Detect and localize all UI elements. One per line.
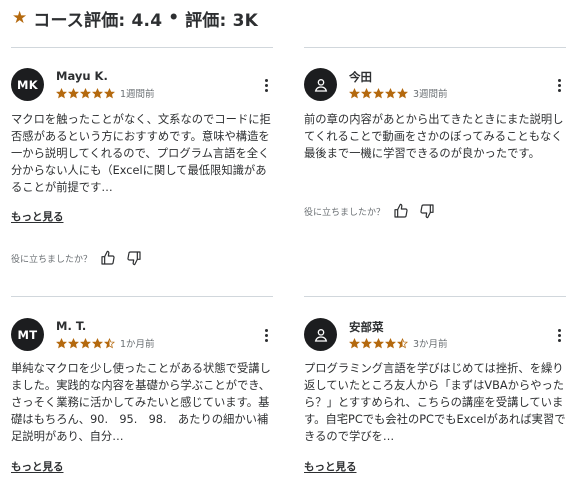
star-icon	[385, 87, 396, 98]
review-text: マクロを触ったことがなく、文系なのでコードに拒否感があるという方におすすめです。…	[11, 113, 271, 194]
review-rating: 3週間前	[349, 86, 448, 100]
star-icon	[349, 87, 360, 98]
rating-stars	[349, 87, 408, 99]
star-icon	[361, 87, 372, 98]
star-icon	[80, 87, 91, 98]
avatar	[304, 318, 337, 351]
more-options-icon[interactable]	[259, 78, 273, 92]
thumbs-down-icon[interactable]	[126, 250, 142, 266]
thumbs-down-icon[interactable]	[419, 203, 435, 219]
review-divider	[304, 296, 566, 297]
user-icon	[314, 328, 327, 342]
helpful-question: 役に立ちましたか？	[11, 254, 93, 265]
review-rating: 1週間前	[56, 86, 155, 100]
thumbs-up-icon[interactable]	[393, 203, 409, 219]
more-options-icon[interactable]	[552, 328, 566, 342]
review-rating: 1か月前	[56, 336, 155, 350]
review-text: プログラミング言語を学びはじめては挫折、を繰り返していたところ友人から「まずはV…	[304, 362, 566, 443]
reviewer-name: 安部菜	[349, 320, 384, 334]
rating-stars	[349, 337, 408, 349]
star-icon	[104, 87, 115, 98]
star-icon	[80, 337, 91, 348]
course-rating-header: ★ コース評価: 4.4 • 評価: 3K	[12, 6, 259, 31]
user-icon	[314, 78, 327, 92]
reviewer-name: Mayu K.	[56, 69, 108, 83]
review-text: 単純なマクロを少し使ったことがある状態で受講しました。実践的な内容を基礎から学ぶ…	[11, 362, 271, 443]
star-icon	[373, 87, 384, 98]
review-time: 1か月前	[120, 339, 155, 350]
review-card: 今田 3週間前 前の章の内容があとから出てきたときにまた説明してくれることで動画…	[304, 47, 566, 272]
show-more-link[interactable]: もっと見る	[304, 459, 357, 474]
avatar-initials: MK	[17, 77, 38, 92]
rating-stars	[56, 337, 115, 349]
review-time: 3か月前	[413, 339, 448, 350]
reviewer-name: 今田	[349, 70, 372, 84]
helpful-question: 役に立ちましたか？	[304, 207, 386, 218]
star-icon	[68, 337, 79, 348]
review-time: 1週間前	[120, 89, 155, 100]
star-icon	[361, 337, 372, 348]
star-icon: ★	[12, 7, 28, 28]
more-options-icon[interactable]	[552, 78, 566, 92]
review-divider	[304, 47, 566, 48]
course-rating: コース評価: 4.4	[33, 10, 163, 31]
review-time: 3週間前	[413, 89, 448, 100]
review-card: MT M. T. 1か月前 単純なマクロを少し使ったことがある状態で受講しました…	[11, 296, 273, 481]
review-card: MK Mayu K. 1週間前 マクロを触ったことがなく、文系なのでコードに拒否…	[11, 47, 273, 272]
star-icon	[92, 87, 103, 98]
star-icon	[349, 337, 360, 348]
more-options-icon[interactable]	[259, 328, 273, 342]
thumbs-up-icon[interactable]	[100, 250, 116, 266]
star-icon	[397, 87, 408, 98]
star-icon	[385, 337, 396, 348]
rating-stars	[56, 87, 115, 99]
show-more-link[interactable]: もっと見る	[11, 459, 64, 474]
helpful-row: 役に立ちましたか？	[304, 203, 445, 219]
star-icon	[104, 337, 115, 348]
reviewer-name: M. T.	[56, 319, 87, 333]
review-divider	[11, 47, 273, 48]
rating-count: 評価: 3K	[185, 10, 259, 31]
review-text: 前の章の内容があとから出てきたときにまた説明してくれることで動画をさかのぼってみ…	[304, 113, 564, 160]
star-icon	[56, 337, 67, 348]
review-divider	[11, 296, 273, 297]
avatar	[304, 68, 337, 101]
separator-dot: •	[168, 8, 180, 28]
avatar: MT	[11, 318, 44, 351]
star-icon	[56, 87, 67, 98]
star-icon	[373, 337, 384, 348]
star-icon	[397, 337, 408, 348]
helpful-row: 役に立ちましたか？	[11, 250, 152, 266]
star-icon	[92, 337, 103, 348]
avatar: MK	[11, 68, 44, 101]
review-rating: 3か月前	[349, 336, 448, 350]
show-more-link[interactable]: もっと見る	[11, 209, 64, 224]
star-icon	[68, 87, 79, 98]
avatar-initials: MT	[17, 327, 38, 342]
review-card: 安部菜 3か月前 プログラミング言語を学びはじめては挫折、を繰り返していたところ…	[304, 296, 566, 481]
